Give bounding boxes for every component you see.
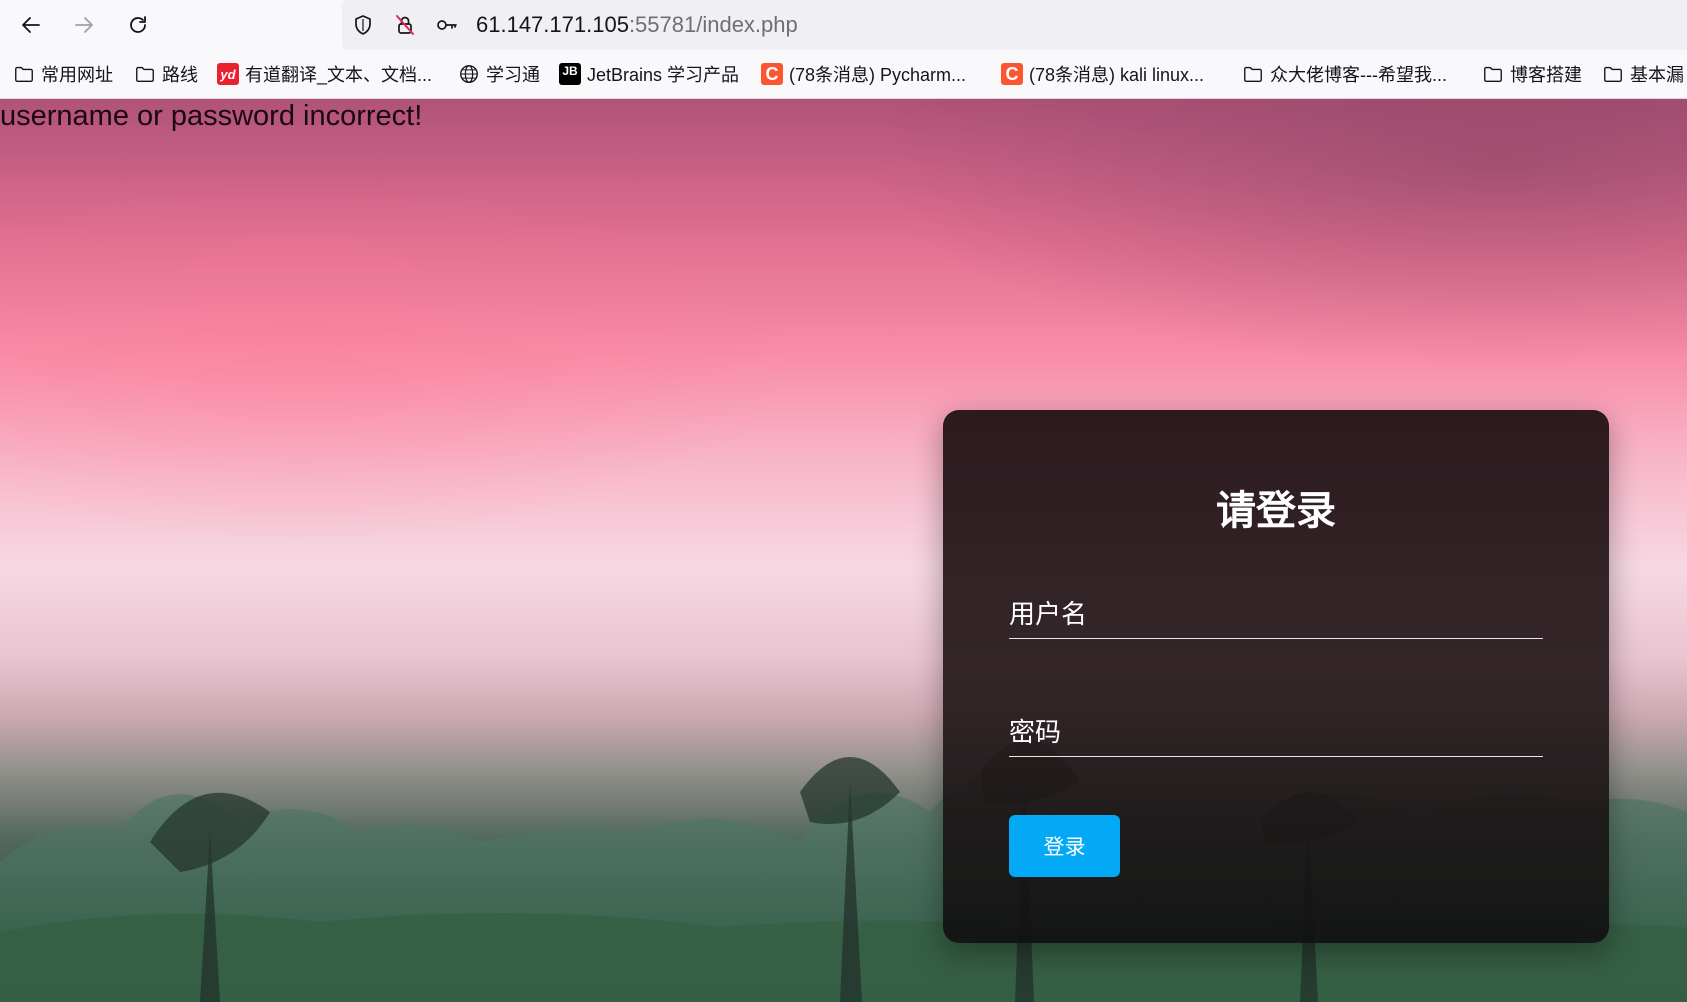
back-button[interactable] <box>12 6 50 44</box>
url-host: 61.147.171.105 <box>476 12 629 37</box>
youdao-icon: yd <box>217 63 239 85</box>
csdn-icon: C <box>761 63 783 85</box>
url-bar[interactable]: 61.147.171.105:55781/index.php <box>342 0 1687 50</box>
bookmark-csdn-pycharm[interactable]: C (78条消息) Pycharm... <box>761 60 966 88</box>
shield-icon[interactable] <box>350 12 376 38</box>
bookmark-label: 有道翻译_文本、文档... <box>245 65 433 85</box>
page-background: username or password incorrect! 请登录 用户名 … <box>0 99 1687 1002</box>
insecure-lock-icon[interactable] <box>392 12 418 38</box>
folder-icon <box>13 63 35 85</box>
login-title: 请登录 <box>1216 488 1336 534</box>
bookmark-folder-blog-setup[interactable]: 博客搭建 <box>1482 60 1582 88</box>
bookmark-label: 博客搭建 <box>1510 65 1582 85</box>
username-label: 用户名 <box>1009 600 1088 630</box>
forward-button[interactable] <box>65 6 103 44</box>
bookmark-label: 学习通 <box>486 65 540 85</box>
bookmark-jetbrains[interactable]: JB JetBrains 学习产品 <box>559 60 739 88</box>
bookmark-folder-common-sites[interactable]: 常用网址 <box>13 60 113 88</box>
folder-icon <box>1482 63 1504 85</box>
reload-button[interactable] <box>119 6 157 44</box>
forward-icon <box>75 17 93 33</box>
bookmark-label: 基本漏 <box>1630 65 1684 85</box>
login-card: 请登录 用户名 密码 登录 <box>943 410 1609 943</box>
password-label: 密码 <box>1009 718 1062 748</box>
password-field[interactable]: 密码 <box>1009 704 1543 757</box>
back-icon <box>22 17 40 33</box>
bookmark-label: 路线 <box>162 65 198 85</box>
bookmark-folder-basic-vuln[interactable]: 基本漏 <box>1602 60 1684 88</box>
bookmark-label: JetBrains 学习产品 <box>587 65 740 85</box>
bookmark-label: (78条消息) kali linux... <box>1029 65 1205 85</box>
csdn-icon: C <box>1001 63 1023 85</box>
bookmark-label: (78条消息) Pycharm... <box>789 65 967 85</box>
bookmark-label: 常用网址 <box>41 65 113 85</box>
bookmark-folder-blogs[interactable]: 众大佬博客---希望我... <box>1242 60 1447 88</box>
jetbrains-icon: JB <box>559 63 581 85</box>
url-text[interactable]: 61.147.171.105:55781/index.php <box>476 12 798 38</box>
folder-icon <box>134 63 156 85</box>
bookmarks-bar: 常用网址 路线 yd 有道翻译_文本、文档... 学习通 JB JetBrain… <box>0 50 1687 99</box>
reload-icon <box>130 16 146 33</box>
globe-icon <box>458 63 480 85</box>
username-field[interactable]: 用户名 <box>1009 586 1543 639</box>
error-message: username or password incorrect! <box>0 100 423 132</box>
folder-icon <box>1242 63 1264 85</box>
bookmark-xuexitong[interactable]: 学习通 <box>458 60 540 88</box>
bookmark-youdao[interactable]: yd 有道翻译_文本、文档... <box>217 60 432 88</box>
folder-icon <box>1602 63 1624 85</box>
browser-toolbar: 61.147.171.105:55781/index.php <box>0 0 1687 50</box>
bookmark-folder-route[interactable]: 路线 <box>134 60 198 88</box>
bookmark-label: 众大佬博客---希望我... <box>1270 65 1447 85</box>
login-button[interactable]: 登录 <box>1009 815 1120 877</box>
url-path: :55781/index.php <box>628 12 798 37</box>
key-icon[interactable] <box>434 12 460 38</box>
bookmark-csdn-kali[interactable]: C (78条消息) kali linux... <box>1001 60 1204 88</box>
